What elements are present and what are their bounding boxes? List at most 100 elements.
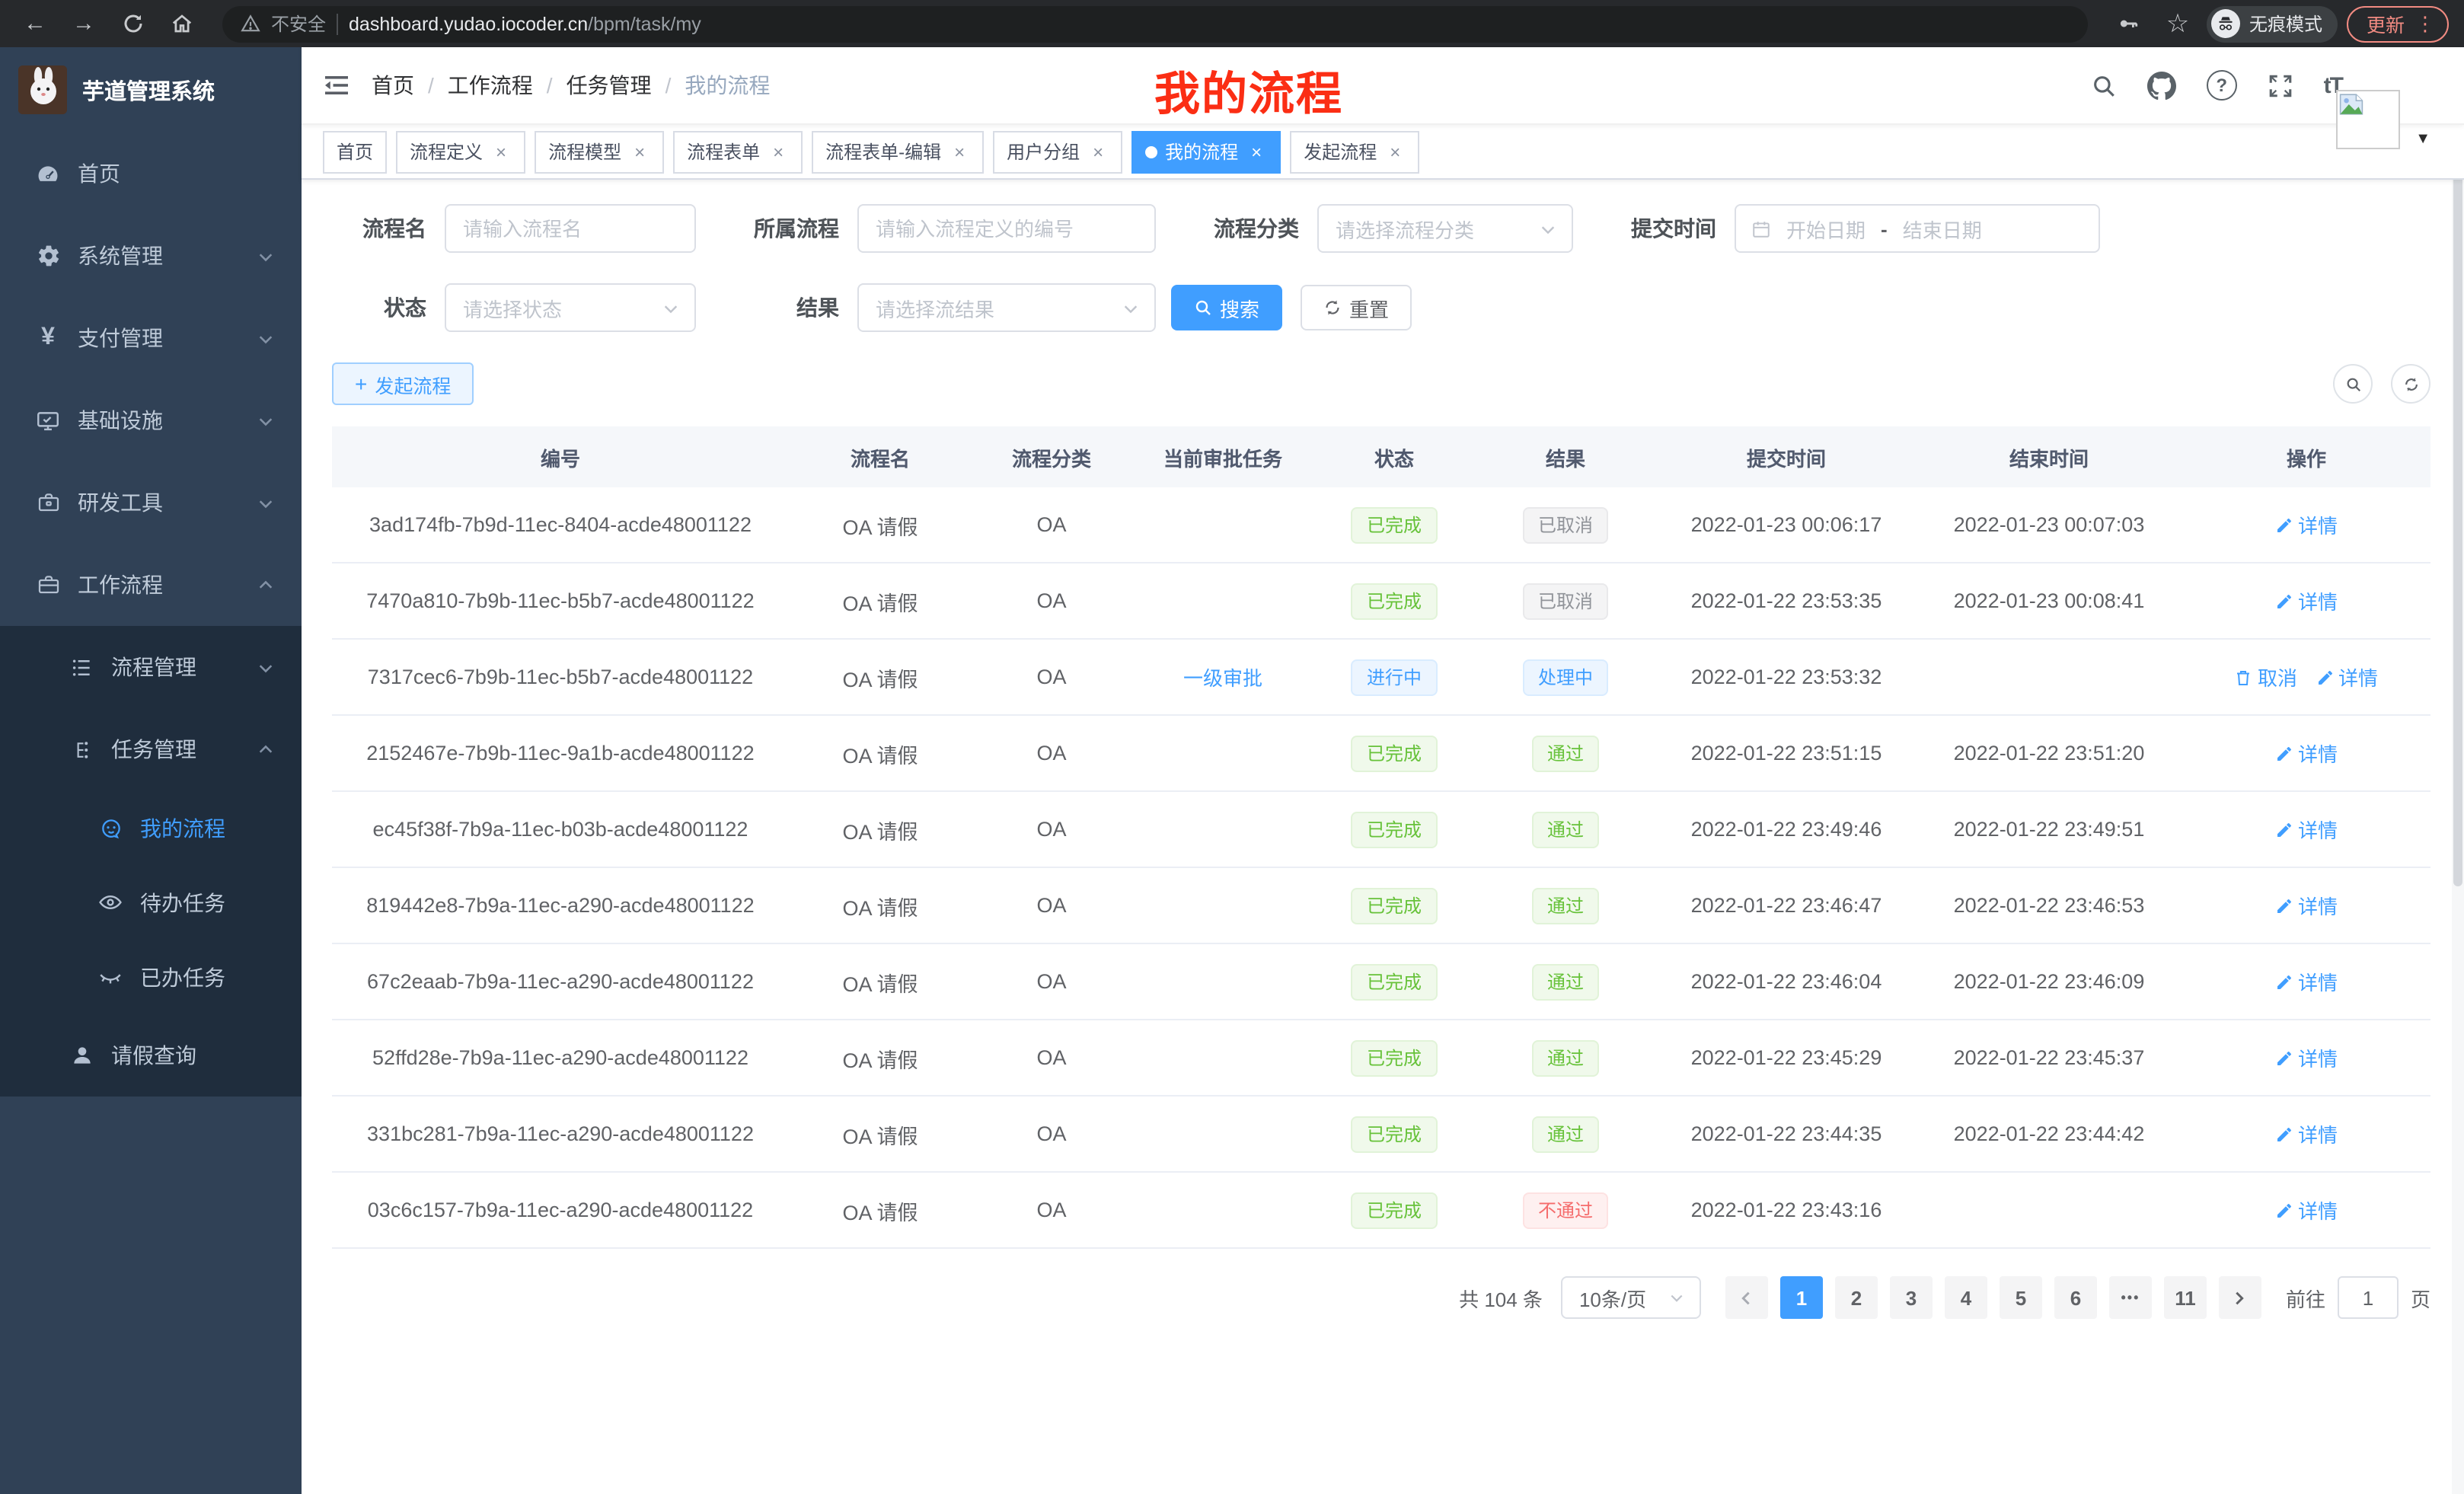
monitor-icon <box>35 407 61 433</box>
breadcrumb-home[interactable]: 首页 <box>372 70 414 101</box>
search-icon <box>2344 375 2361 392</box>
avatar[interactable] <box>2336 90 2400 149</box>
detail-link[interactable]: 详情 <box>2275 1043 2338 1072</box>
sidebar-item-task-mgmt[interactable]: 任务管理 <box>0 708 302 790</box>
detail-link[interactable]: 详情 <box>2275 967 2338 996</box>
collapse-menu-icon[interactable] <box>323 72 350 99</box>
chevron-down-icon <box>257 247 274 264</box>
search-icon[interactable] <box>2091 72 2117 98</box>
help-icon[interactable]: ? <box>2207 70 2237 101</box>
tab-my-process[interactable]: 我的流程× <box>1131 130 1281 173</box>
col-submit-time: 提交时间 <box>1657 426 1916 487</box>
page-button[interactable]: 4 <box>1945 1276 1987 1319</box>
show-search-button[interactable] <box>2333 364 2373 404</box>
page-button[interactable]: 11 <box>2164 1276 2207 1319</box>
tab-user-group[interactable]: 用户分组× <box>993 130 1122 173</box>
close-icon[interactable]: × <box>949 141 970 162</box>
tab-home[interactable]: 首页 <box>323 130 387 173</box>
result-select[interactable]: 请选择流结果 <box>857 283 1156 332</box>
detail-link[interactable]: 详情 <box>2275 510 2338 539</box>
close-icon[interactable]: × <box>768 141 789 162</box>
goto-page-input[interactable] <box>2338 1276 2399 1319</box>
cancel-link[interactable]: 取消 <box>2235 662 2297 691</box>
status-select[interactable]: 请选择状态 <box>445 283 696 332</box>
close-icon[interactable]: × <box>1246 141 1267 162</box>
result-badge: 通过 <box>1532 811 1599 848</box>
forward-icon[interactable]: → <box>64 4 104 43</box>
refresh-list-button[interactable] <box>2391 364 2430 404</box>
page-button[interactable]: 6 <box>2054 1276 2097 1319</box>
sidebar-item-workflow[interactable]: 工作流程 <box>0 544 302 626</box>
prev-page-button[interactable] <box>1725 1276 1768 1319</box>
url-text[interactable]: dashboard.yudao.iocoder.cn/bpm/task/my <box>349 13 701 34</box>
browser-menu-icon[interactable]: ⋮ <box>2415 11 2435 36</box>
bookmark-star-icon[interactable]: ☆ <box>2158 4 2197 43</box>
more-pages-button[interactable]: ••• <box>2109 1276 2152 1319</box>
page-size-select[interactable]: 10条/页 <box>1561 1276 1701 1319</box>
category-select[interactable]: 请选择流程分类 <box>1317 204 1573 253</box>
tab-process-form-edit[interactable]: 流程表单-编辑× <box>812 130 984 173</box>
detail-link[interactable]: 详情 <box>2275 586 2338 615</box>
update-button[interactable]: 更新 ⋮ <box>2347 5 2449 42</box>
sidebar-item-my-process[interactable]: 我的流程 <box>0 790 302 865</box>
detail-link[interactable]: 详情 <box>2275 739 2338 768</box>
sidebar-item-devtools[interactable]: 研发工具 <box>0 461 302 544</box>
address-bar[interactable]: 不安全 dashboard.yudao.iocoder.cn/bpm/task/… <box>222 5 2088 42</box>
close-icon[interactable]: × <box>629 141 650 162</box>
sidebar-item-infra[interactable]: 基础设施 <box>0 379 302 461</box>
tab-process-model[interactable]: 流程模型× <box>535 130 664 173</box>
eye-closed-icon <box>97 964 123 990</box>
back-icon[interactable]: ← <box>15 4 55 43</box>
sidebar-item-payment[interactable]: ¥ 支付管理 <box>0 297 302 379</box>
page-button[interactable]: 2 <box>1835 1276 1878 1319</box>
chevron-down-icon <box>257 659 274 675</box>
status-badge: 已完成 <box>1352 811 1437 848</box>
calendar-icon <box>1751 219 1771 238</box>
process-definition-input[interactable] <box>857 204 1156 253</box>
page-scrollbar[interactable] <box>2452 47 2464 1494</box>
detail-link[interactable]: 详情 <box>2275 815 2338 844</box>
page-button[interactable]: 5 <box>2000 1276 2042 1319</box>
goto-label: 前往 <box>2286 1283 2325 1312</box>
page-button[interactable]: 1 <box>1780 1276 1823 1319</box>
table-row: 3ad174fb-7b9d-11ec-8404-acde48001122OA 请… <box>332 487 2430 563</box>
detail-link[interactable]: 详情 <box>2275 1119 2338 1148</box>
sidebar-item-todo-tasks[interactable]: 待办任务 <box>0 865 302 940</box>
next-page-button[interactable] <box>2219 1276 2261 1319</box>
filter-status-label: 状态 <box>332 292 426 323</box>
submit-time-range[interactable]: 开始日期 - 结束日期 <box>1735 204 2100 253</box>
start-process-button[interactable]: + 发起流程 <box>332 362 474 405</box>
github-icon[interactable] <box>2147 71 2176 100</box>
search-button[interactable]: 搜索 <box>1171 285 1282 330</box>
dashboard-icon <box>35 161 61 187</box>
col-end-time: 结束时间 <box>1916 426 2182 487</box>
close-icon[interactable]: × <box>490 141 512 162</box>
filter-definition-label: 所属流程 <box>732 213 839 244</box>
close-icon[interactable]: × <box>1384 141 1406 162</box>
sidebar-item-process-mgmt[interactable]: 流程管理 <box>0 626 302 708</box>
page-button[interactable]: 3 <box>1890 1276 1933 1319</box>
tab-process-definition[interactable]: 流程定义× <box>396 130 525 173</box>
logo-image <box>18 65 67 114</box>
tab-process-form[interactable]: 流程表单× <box>673 130 803 173</box>
key-icon[interactable] <box>2109 4 2149 43</box>
close-icon[interactable]: × <box>1087 141 1109 162</box>
sidebar-item-label: 工作流程 <box>78 570 241 600</box>
detail-link[interactable]: 详情 <box>2275 1196 2338 1224</box>
workflow-submenu: 流程管理 任务管理 我的流程 <box>0 626 302 1097</box>
sidebar-item-leave-query[interactable]: 请假查询 <box>0 1014 302 1097</box>
sidebar-item-system[interactable]: 系统管理 <box>0 215 302 297</box>
detail-link[interactable]: 详情 <box>2316 662 2378 691</box>
detail-link[interactable]: 详情 <box>2275 891 2338 920</box>
avatar-caret-icon[interactable]: ▼ <box>2415 131 2430 148</box>
reset-button[interactable]: 重置 <box>1301 285 1412 330</box>
reload-icon[interactable] <box>113 4 152 43</box>
current-task-link[interactable]: 一级审批 <box>1183 662 1262 691</box>
process-name-input[interactable] <box>445 204 696 253</box>
sidebar-item-done-tasks[interactable]: 已办任务 <box>0 940 302 1014</box>
fullscreen-icon[interactable] <box>2268 72 2293 98</box>
sidebar-item-home[interactable]: 首页 <box>0 132 302 215</box>
home-icon[interactable] <box>161 4 201 43</box>
security-label[interactable]: 不安全 <box>271 11 326 37</box>
tab-start-process[interactable]: 发起流程× <box>1290 130 1419 173</box>
